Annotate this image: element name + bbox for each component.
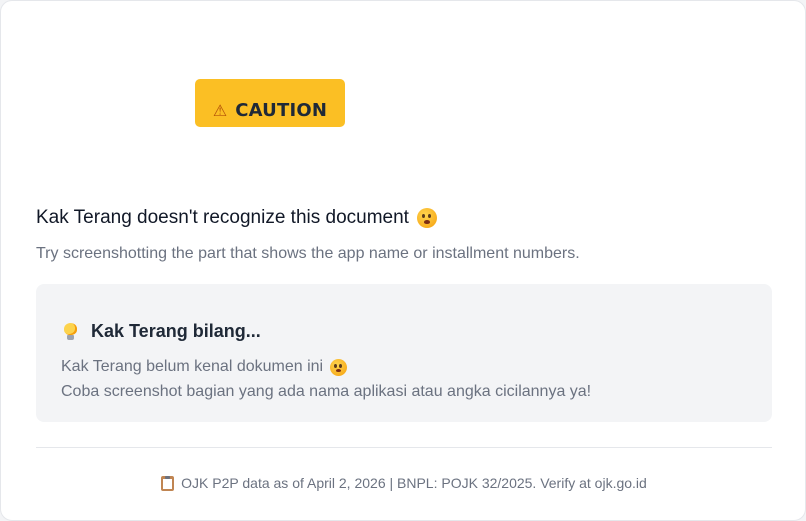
message-subtext: Try screenshotting the part that shows t… [36,245,580,262]
tip-line-1-text: Kak Terang belum kenal dokumen ini [61,358,324,375]
message-headline: Kak Terang doesn't recognize this docume… [36,207,437,229]
result-card: ⚠ CAUTION Kak Terang doesn't recognize t… [0,0,806,521]
divider [36,447,772,448]
tip-line-1: Kak Terang belum kenal dokumen ini [61,358,348,376]
caution-label: CAUTION [235,100,328,121]
footer-text: OJK P2P data as of April 2, 2026 | BNPL:… [181,475,647,491]
light-bulb-icon [64,322,77,341]
flushed-face-icon [416,208,437,228]
tip-box: Kak Terang bilang... Kak Terang belum ke… [36,284,772,422]
headline-text: Kak Terang doesn't recognize this docume… [36,207,409,228]
tip-line-2: Coba screenshot bagian yang ada nama apl… [61,383,592,400]
caution-badge: ⚠ CAUTION [195,79,345,127]
warning-icon: ⚠ [212,101,228,120]
clipboard-icon [161,475,175,491]
footer: OJK P2P data as of April 2, 2026 | BNPL:… [1,475,806,491]
flushed-face-icon [330,358,348,376]
tip-title: Kak Terang bilang... [91,321,261,341]
tip-header: Kak Terang bilang... [64,321,261,342]
